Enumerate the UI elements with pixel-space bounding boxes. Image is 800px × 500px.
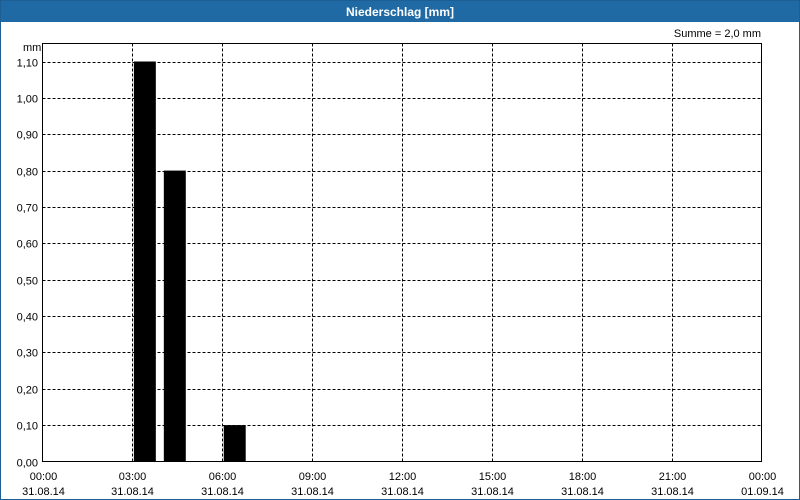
y-tick-label: 0,00 (17, 458, 38, 470)
bars (133, 61, 246, 462)
x-tick-time: 06:00 (209, 471, 237, 483)
x-tick-time: 09:00 (299, 471, 327, 483)
x-tick-date: 01.09.14 (741, 486, 784, 498)
y-tick-label: 0,10 (17, 421, 38, 433)
precipitation-bar (163, 170, 186, 462)
x-tick-time: 00:00 (30, 471, 58, 483)
x-tick-date: 31.08.14 (561, 486, 604, 498)
x-tick-time: 18:00 (569, 471, 597, 483)
x-tick-date: 31.08.14 (471, 486, 514, 498)
y-tick-label: 0,70 (17, 203, 38, 215)
x-tick-date: 31.08.14 (381, 486, 424, 498)
y-tick-label: 0,60 (17, 239, 38, 251)
x-tick-time: 00:00 (749, 471, 777, 483)
y-tick-label: 1,10 (17, 58, 38, 70)
x-axis-ticks: 00:00 31.08.14 03:00 31.08.14 06:00 31.08.14 0… (22, 471, 784, 498)
y-axis-ticks: 0,00 0,10 0,20 0,30 0,40 0,50 0,60 0,70 0,80 0,90… (17, 58, 38, 470)
x-tick-time: 21:00 (659, 471, 687, 483)
x-tick-date: 31.08.14 (201, 486, 244, 498)
y-tick-label: 0,40 (17, 312, 38, 324)
x-tick-time: 12:00 (389, 471, 417, 483)
y-tick-label: 0,30 (17, 348, 38, 360)
x-tick-date: 31.08.14 (22, 486, 65, 498)
precipitation-chart: mm Summe = 2,0 mm 0,000,100,200,300,400,… (17, 28, 784, 498)
x-tick-time: 03:00 (119, 471, 147, 483)
chart-window: Niederschlag [mm] mm Summe = 2,0 mm 0,00… (0, 0, 800, 500)
x-tick-date: 31.08.14 (651, 486, 694, 498)
precipitation-bar (223, 425, 246, 462)
y-tick-label: 0,20 (17, 385, 38, 397)
y-axis-unit-label: mm (23, 42, 41, 54)
x-tick-time: 15:00 (479, 471, 507, 483)
y-tick-label: 0,80 (17, 167, 38, 179)
precipitation-bar (133, 61, 156, 462)
x-tick-date: 31.08.14 (291, 486, 334, 498)
x-tick-date: 31.08.14 (111, 486, 154, 498)
y-tick-label: 1,00 (17, 94, 38, 106)
y-tick-label: 0,50 (17, 276, 38, 288)
sum-label: Summe = 2,0 mm (674, 28, 761, 40)
y-tick-label: 0,90 (17, 130, 38, 142)
